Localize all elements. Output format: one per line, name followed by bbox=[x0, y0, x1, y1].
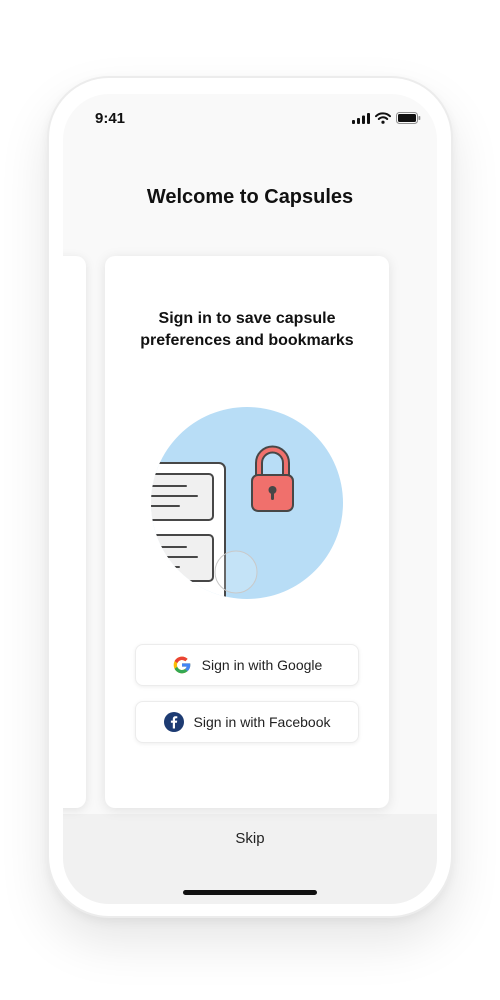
touch-indicator bbox=[214, 550, 258, 594]
google-button-label: Sign in with Google bbox=[201, 657, 323, 673]
signal-icon bbox=[352, 113, 370, 124]
sign-in-card: Sign in to save capsule preferences and … bbox=[105, 256, 389, 808]
status-icons bbox=[352, 112, 421, 124]
home-indicator[interactable] bbox=[183, 890, 317, 895]
previous-card[interactable] bbox=[63, 256, 86, 808]
app-screen: 9:41 Welcome to Capsules Sign in to save… bbox=[63, 94, 437, 904]
page-title: Welcome to Capsules bbox=[146, 186, 354, 208]
google-icon bbox=[173, 656, 191, 674]
status-time: 9:41 bbox=[95, 110, 126, 127]
facebook-button-label: Sign in with Facebook bbox=[193, 714, 331, 730]
sign-in-google-button[interactable]: Sign in with Google bbox=[135, 644, 359, 686]
sign-in-facebook-button[interactable]: Sign in with Facebook bbox=[135, 701, 359, 743]
skip-link[interactable]: Skip bbox=[63, 830, 437, 847]
lock-illustration bbox=[151, 406, 343, 600]
wifi-icon bbox=[375, 112, 391, 124]
document-icon bbox=[151, 462, 226, 599]
facebook-icon bbox=[163, 712, 184, 732]
battery-icon bbox=[396, 112, 421, 124]
card-heading: Sign in to save capsule preferences and … bbox=[140, 310, 354, 349]
